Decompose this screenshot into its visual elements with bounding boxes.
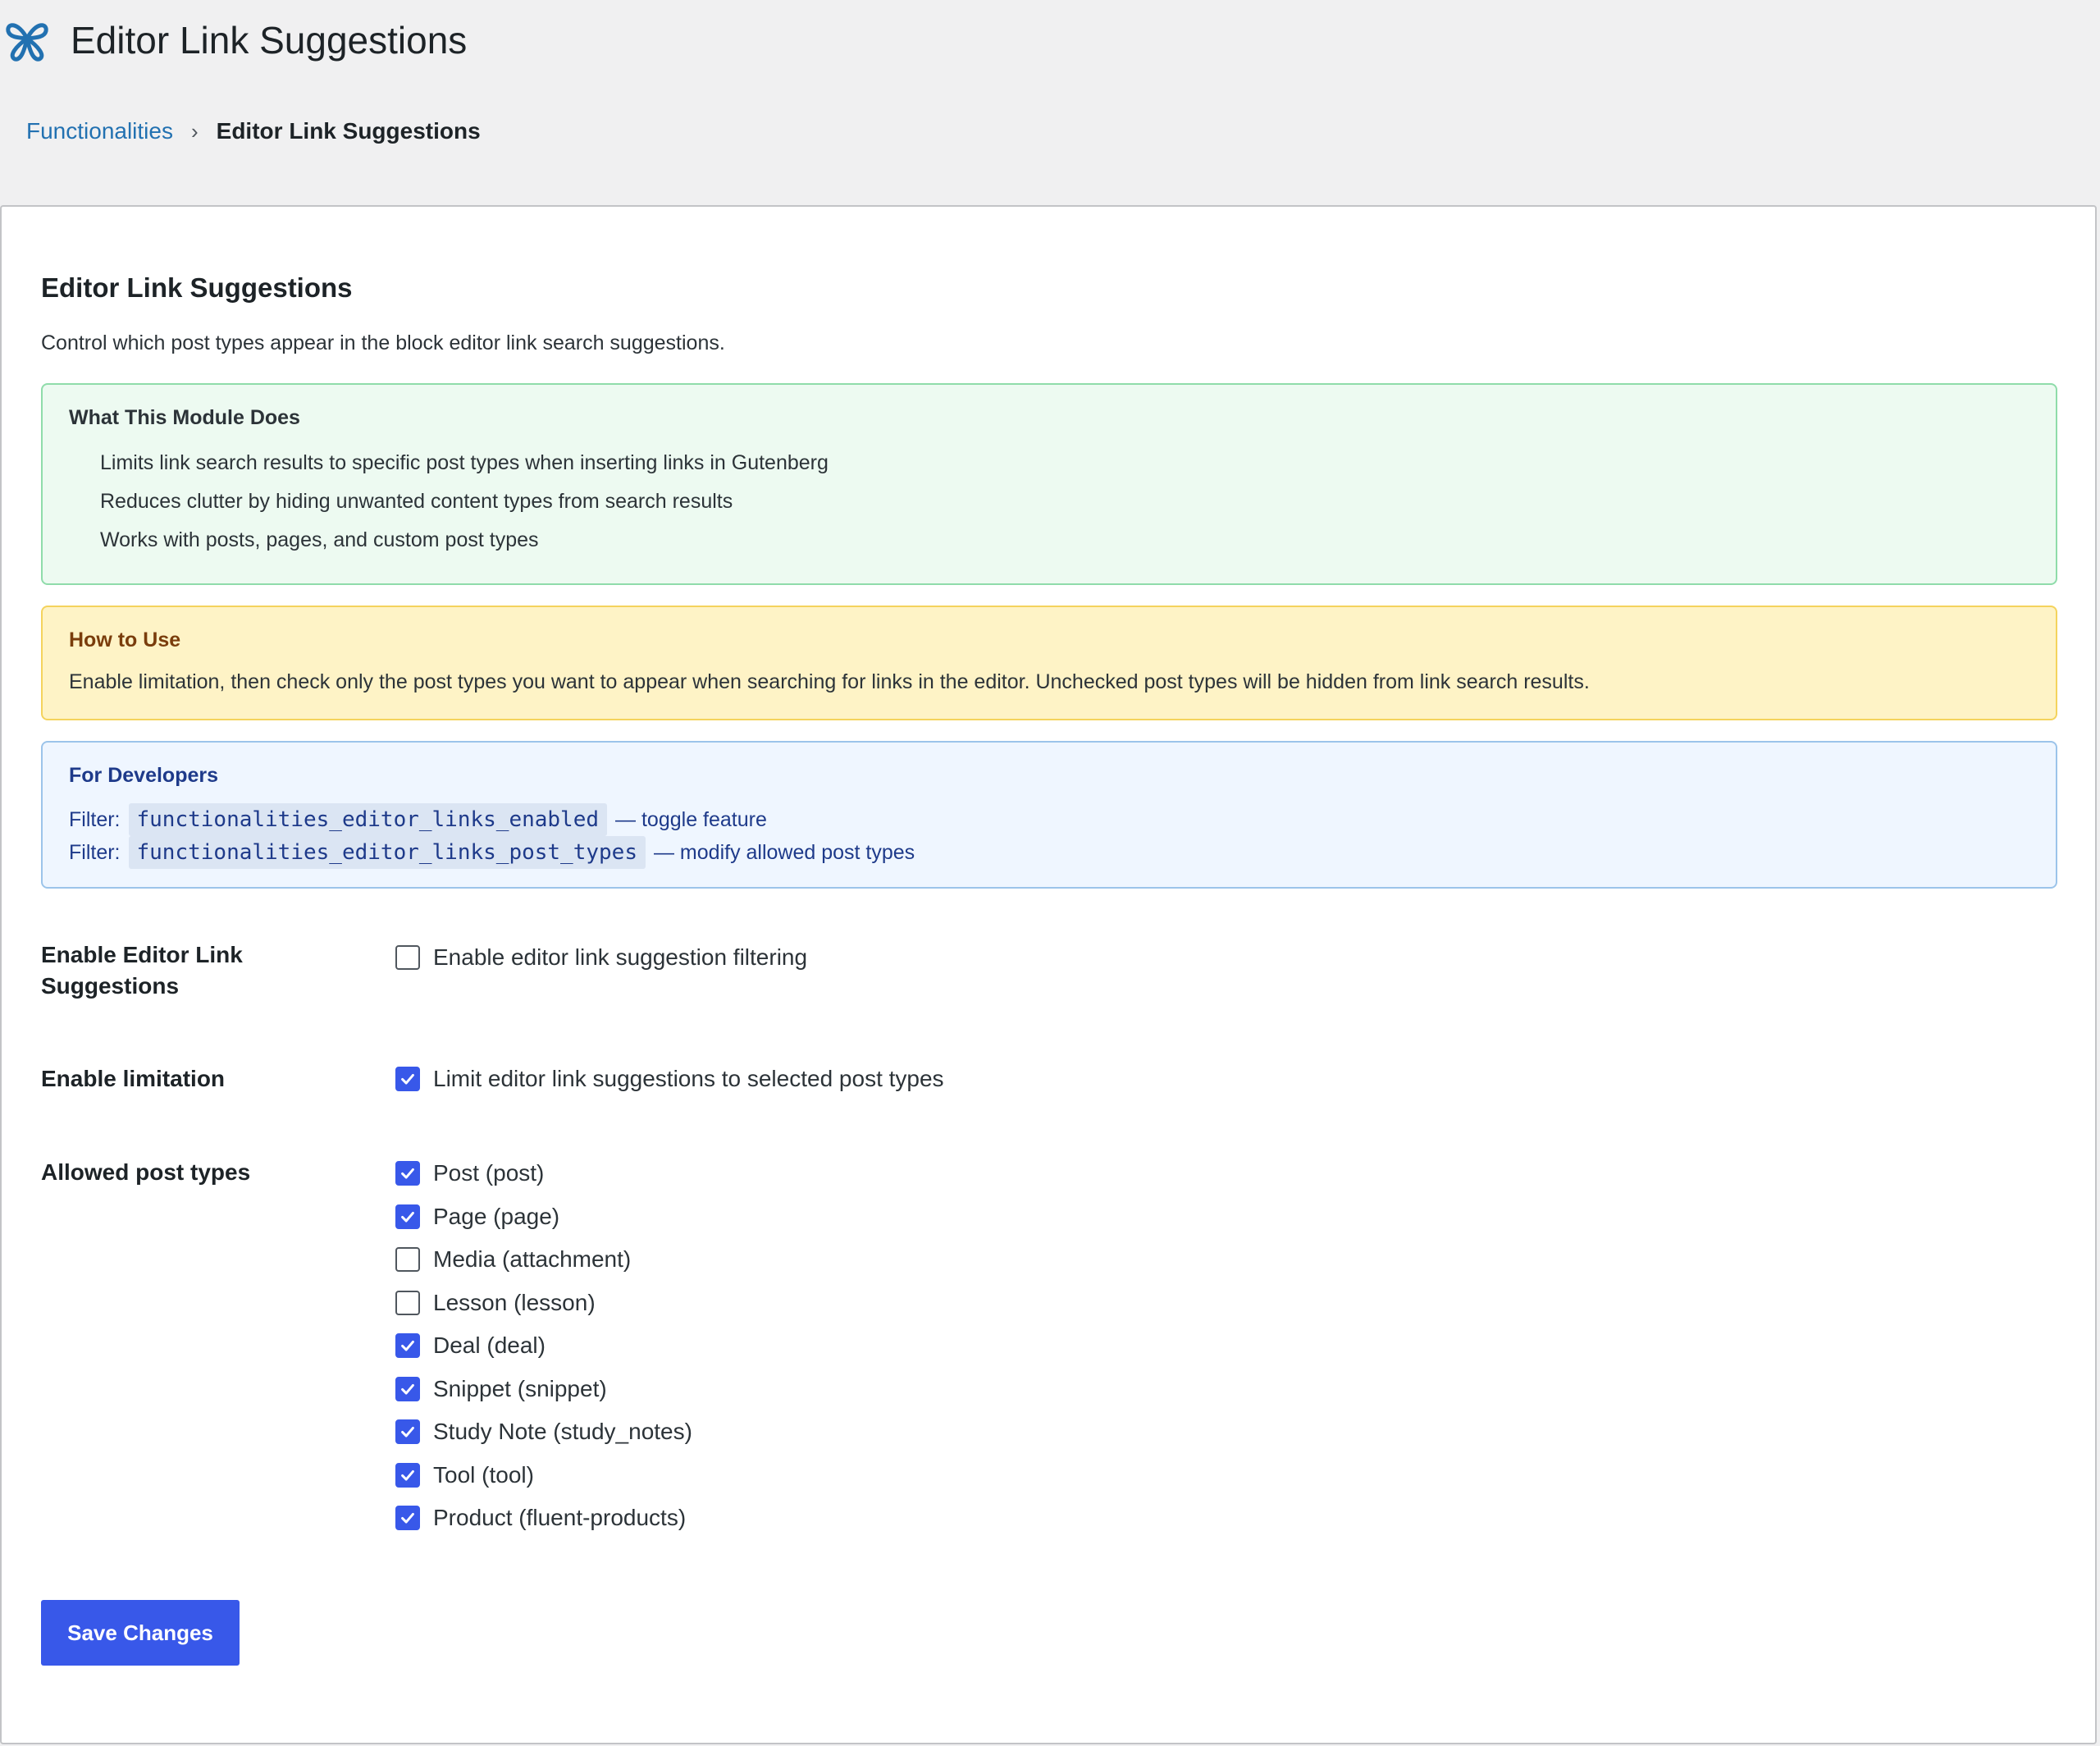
post-type-label: Deal (deal) — [433, 1332, 546, 1359]
filter-prefix: Filter: — [69, 808, 121, 831]
post-type-option[interactable]: Media (attachment) — [395, 1238, 692, 1282]
post-types-list: Post (post) Page (page) Media (attachmen… — [395, 1152, 692, 1540]
how-to-use-box: How to Use Enable limitation, then check… — [41, 606, 2057, 720]
module-info-list: Limits link search results to specific p… — [100, 444, 829, 560]
developers-box: For Developers Filter: functionalities_e… — [41, 741, 2057, 889]
post-type-label: Page (page) — [433, 1203, 560, 1229]
post-type-option[interactable]: Page (page) — [395, 1195, 692, 1239]
limit-post-types-option[interactable]: Limit editor link suggestions to selecte… — [395, 1058, 944, 1101]
post-type-option[interactable]: Study Note (study_notes) — [395, 1410, 692, 1454]
post-types-setting-label: Allowed post types — [41, 1159, 251, 1185]
developer-filter-line: Filter: functionalities_editor_links_ena… — [69, 803, 767, 836]
breadcrumb-separator: › — [190, 119, 199, 144]
breadcrumb: Functionalities › Editor Link Suggestion… — [26, 117, 481, 146]
filter-note: — toggle feature — [615, 808, 767, 831]
post-type-option[interactable]: Snippet (snippet) — [395, 1368, 692, 1411]
post-type-checkbox[interactable] — [395, 1419, 420, 1445]
list-item: Limits link search results to specific p… — [100, 451, 829, 474]
limitation-setting-row: Enable limitation Limit editor link sugg… — [41, 1063, 2010, 1113]
post-type-option[interactable]: Deal (deal) — [395, 1324, 692, 1368]
enable-setting-label: Enable Editor Link Suggestions — [41, 942, 243, 999]
post-type-checkbox[interactable] — [395, 1290, 420, 1315]
post-type-checkbox[interactable] — [395, 1462, 420, 1488]
developer-filter-line: Filter: functionalities_editor_links_pos… — [69, 836, 915, 869]
limitation-setting-label: Enable limitation — [41, 1066, 226, 1091]
post-type-label: Product (fluent-products) — [433, 1505, 687, 1531]
how-to-use-text: Enable limitation, then check only the p… — [69, 670, 1590, 693]
page-header: Editor Link Suggestions Functionalities … — [0, 0, 2100, 205]
filter-prefix: Filter: — [69, 841, 121, 864]
enable-filtering-checkbox[interactable] — [395, 945, 420, 971]
enable-filtering-label: Enable editor link suggestion filtering — [433, 944, 808, 971]
post-type-checkbox[interactable] — [395, 1161, 420, 1186]
post-type-label: Post (post) — [433, 1160, 545, 1186]
enable-setting-row: Enable Editor Link Suggestions Enable ed… — [41, 939, 2010, 1005]
post-type-label: Study Note (study_notes) — [433, 1419, 692, 1445]
post-type-checkbox[interactable] — [395, 1333, 420, 1359]
post-type-label: Media (attachment) — [433, 1246, 632, 1273]
post-type-checkbox[interactable] — [395, 1204, 420, 1229]
post-types-setting-row: Allowed post types Post (post) Page (pag… — [41, 1157, 2010, 1567]
post-type-label: Snippet (snippet) — [433, 1375, 607, 1401]
post-type-option[interactable]: Tool (tool) — [395, 1454, 692, 1497]
filter-code: functionalities_editor_links_enabled — [128, 803, 608, 836]
filter-code: functionalities_editor_links_post_types — [128, 836, 646, 869]
limitation-setting-field: Limit editor link suggestions to selecte… — [395, 1058, 944, 1101]
post-type-checkbox[interactable] — [395, 1376, 420, 1401]
limit-post-types-checkbox[interactable] — [395, 1067, 420, 1092]
post-type-checkbox[interactable] — [395, 1506, 420, 1531]
post-type-option[interactable]: Product (fluent-products) — [395, 1497, 692, 1540]
breadcrumb-link-functionalities[interactable]: Functionalities — [26, 117, 173, 146]
filter-note: — modify allowed post types — [653, 841, 915, 864]
list-item: Works with posts, pages, and custom post… — [100, 528, 539, 551]
breadcrumb-current: Editor Link Suggestions — [216, 118, 481, 144]
enable-setting-field: Enable editor link suggestion filtering — [395, 936, 807, 980]
module-info-box: What This Module Does Limits link search… — [41, 383, 2057, 585]
card-description: Control which post types appear in the b… — [41, 331, 725, 354]
limit-post-types-label: Limit editor link suggestions to selecte… — [433, 1066, 944, 1092]
save-changes-button[interactable]: Save Changes — [41, 1600, 240, 1666]
module-info-title: What This Module Does — [69, 406, 300, 429]
page-title: Editor Link Suggestions — [71, 19, 468, 62]
developers-title: For Developers — [69, 764, 219, 787]
enable-filtering-option[interactable]: Enable editor link suggestion filtering — [395, 936, 807, 980]
post-type-label: Tool (tool) — [433, 1461, 534, 1488]
post-type-option[interactable]: Lesson (lesson) — [395, 1282, 692, 1325]
post-type-checkbox[interactable] — [395, 1247, 420, 1273]
butterfly-logo-icon — [6, 23, 48, 62]
how-to-use-title: How to Use — [69, 628, 181, 651]
settings-card: Editor Link Suggestions Control which po… — [0, 205, 2097, 1744]
post-type-label: Lesson (lesson) — [433, 1289, 596, 1315]
post-type-option[interactable]: Post (post) — [395, 1152, 692, 1195]
list-item: Reduces clutter by hiding unwanted conte… — [100, 490, 733, 513]
card-title: Editor Link Suggestions — [41, 272, 353, 303]
